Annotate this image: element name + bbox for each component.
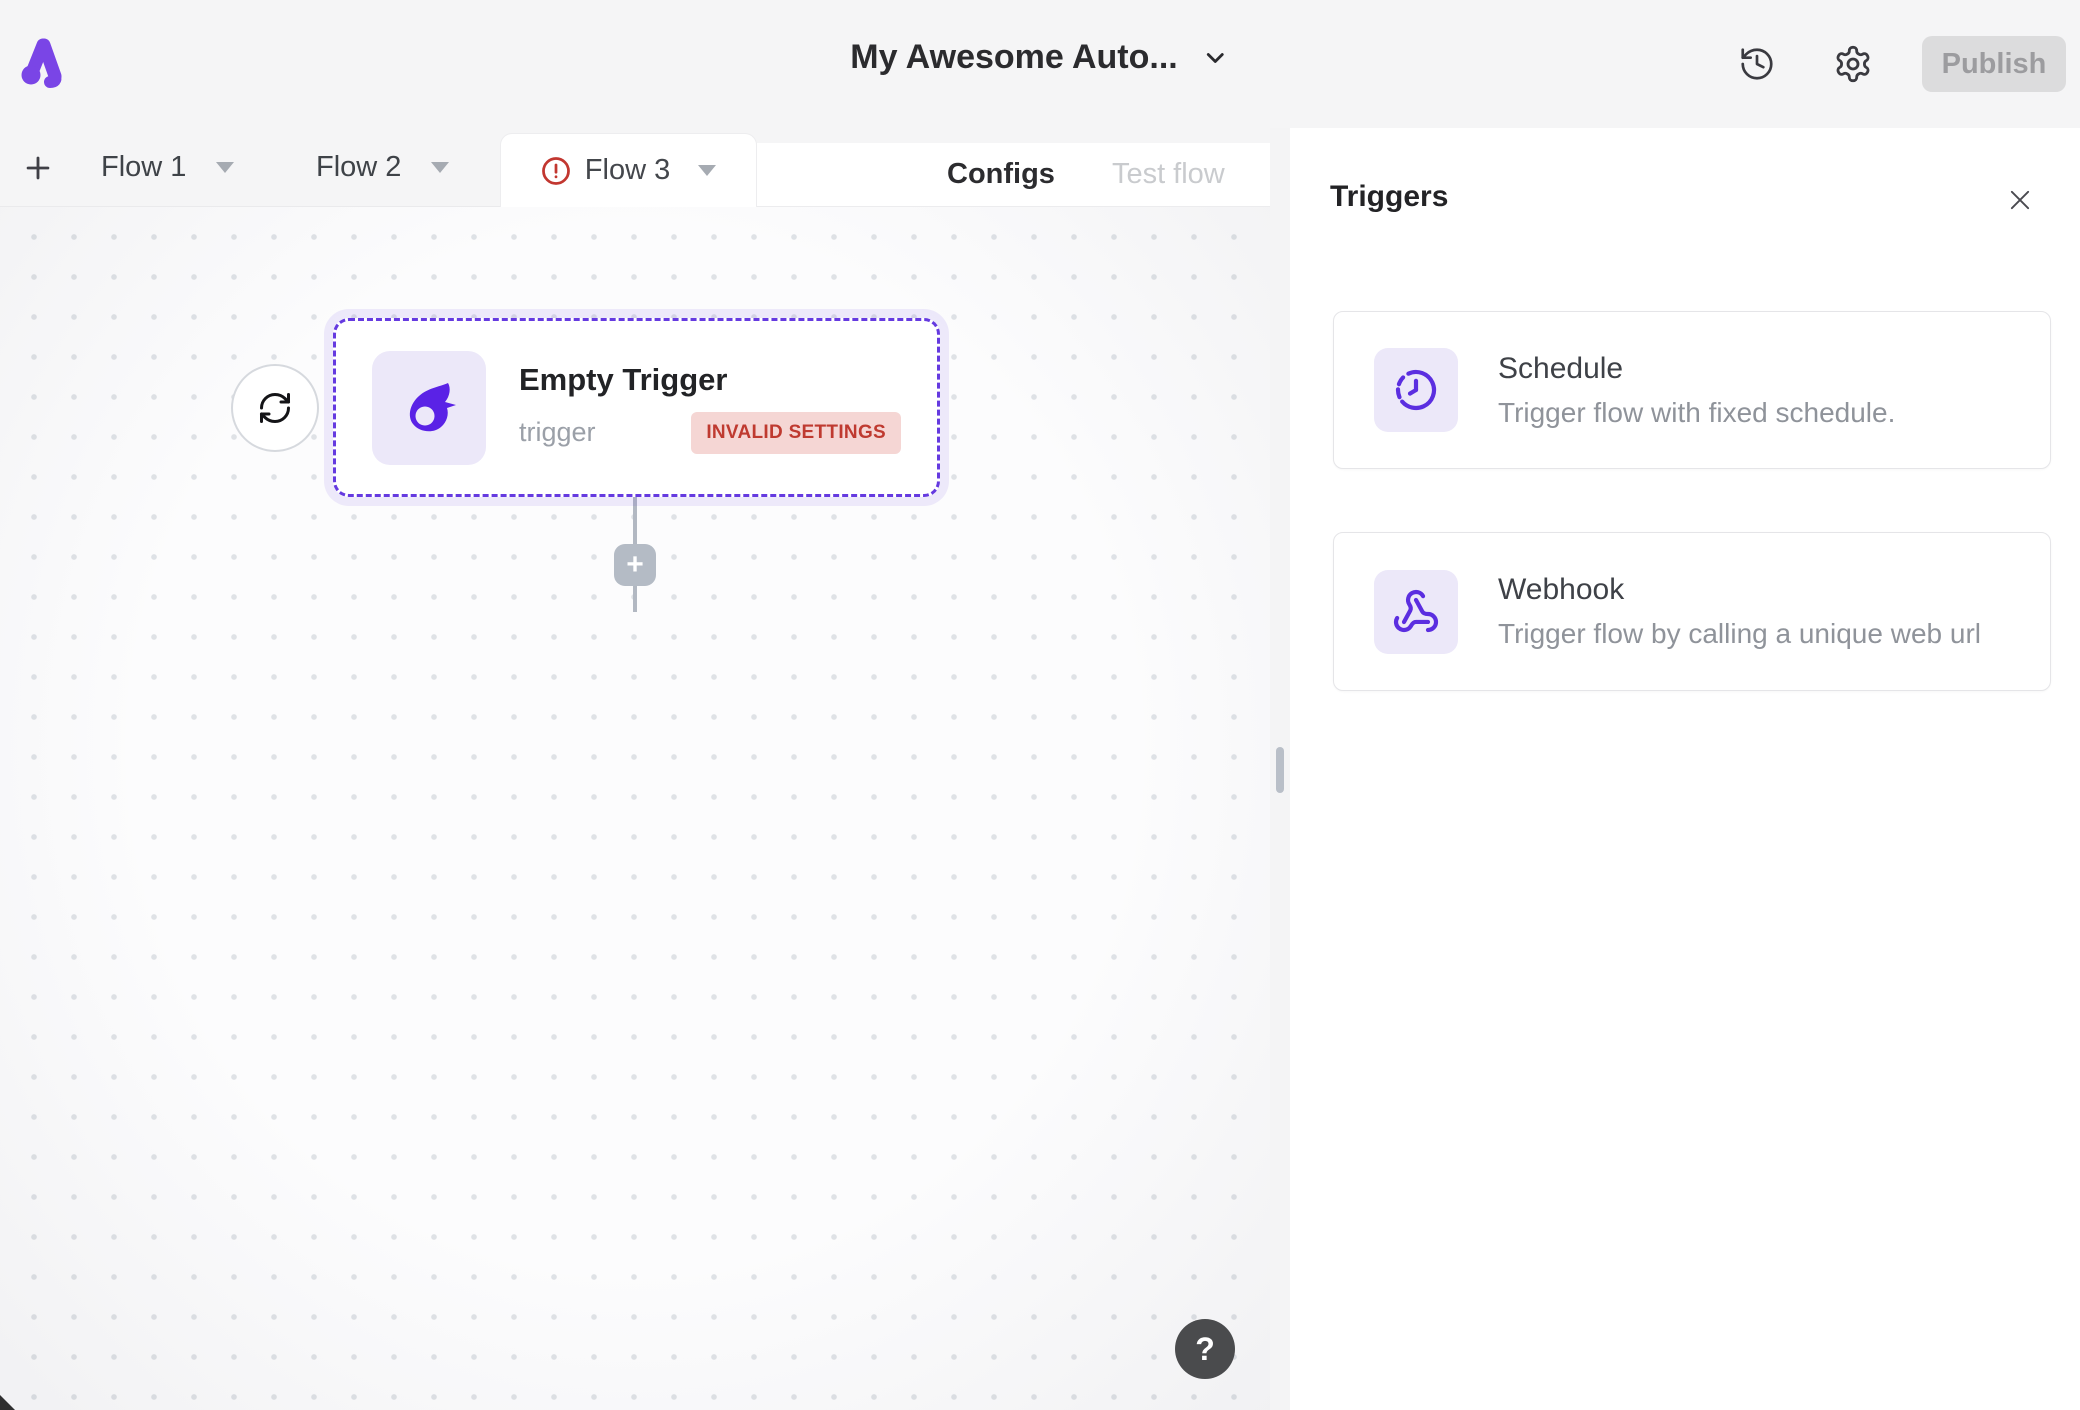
trigger-node-meta: trigger INVALID SETTINGS: [519, 412, 901, 454]
schedule-name: Schedule: [1498, 352, 1895, 386]
tab-flow-2-label: Flow 2: [316, 151, 401, 184]
close-icon: [2006, 186, 2034, 214]
flow-canvas[interactable]: Empty Trigger trigger INVALID SETTINGS +…: [0, 207, 1270, 1410]
plus-icon: [21, 151, 55, 185]
configs-toolbar: Configs Test flow: [757, 143, 1272, 207]
history-button[interactable]: [1733, 40, 1781, 88]
schedule-description: Trigger flow with fixed schedule.: [1498, 397, 1895, 429]
triggers-panel-title: Triggers: [1330, 180, 1448, 214]
webhook-text: Webhook Trigger flow by calling a unique…: [1498, 573, 1981, 650]
trigger-node-title: Empty Trigger: [519, 362, 901, 398]
top-app-bar: My Awesome Auto... Publish: [0, 0, 2080, 128]
flame-icon: [397, 376, 461, 440]
trigger-option-schedule[interactable]: Schedule Trigger flow with fixed schedul…: [1333, 311, 2051, 469]
close-panel-button[interactable]: [2000, 180, 2040, 220]
webhook-description: Trigger flow by calling a unique web url: [1498, 618, 1981, 650]
configs-tab[interactable]: Configs: [947, 158, 1055, 191]
tab-flow-2[interactable]: Flow 2: [316, 128, 449, 206]
settings-button[interactable]: [1829, 40, 1877, 88]
chevron-down-icon: [1202, 44, 1230, 72]
trigger-option-webhook[interactable]: Webhook Trigger flow by calling a unique…: [1333, 532, 2051, 691]
mouse-cursor: [0, 1395, 15, 1410]
chevron-down-icon[interactable]: [431, 162, 449, 173]
publish-button[interactable]: Publish: [1922, 36, 2066, 92]
trigger-node[interactable]: Empty Trigger trigger INVALID SETTINGS: [333, 318, 940, 497]
flow-tab-bar: Flow 1 Flow 2 Flow 3 Configs Test flow: [0, 128, 1290, 207]
chevron-down-icon[interactable]: [698, 165, 716, 176]
tab-flow-3-active[interactable]: Flow 3: [500, 133, 757, 207]
flow-title: My Awesome Auto...: [850, 38, 1177, 77]
help-button[interactable]: ?: [1175, 1319, 1235, 1379]
webhook-name: Webhook: [1498, 573, 1981, 607]
refresh-flow-button[interactable]: [231, 364, 319, 452]
refresh-icon: [257, 390, 293, 426]
add-step-button[interactable]: +: [614, 544, 656, 586]
canvas-scroll-gutter: [1270, 128, 1290, 1410]
vertical-scrollbar-thumb[interactable]: [1276, 747, 1284, 793]
gear-icon: [1833, 44, 1873, 84]
trigger-node-icon-tile: [372, 351, 486, 465]
tab-flow-1[interactable]: Flow 1: [101, 128, 234, 206]
alert-circle-icon: [541, 156, 571, 186]
schedule-icon-tile: [1374, 348, 1458, 432]
webhook-icon-tile: [1374, 570, 1458, 654]
trigger-node-subtitle: trigger: [519, 417, 596, 448]
chevron-down-icon[interactable]: [216, 162, 234, 173]
triggers-panel: Triggers Schedule Trigger flow with fixe…: [1290, 128, 2080, 1410]
trigger-node-text: Empty Trigger trigger INVALID SETTINGS: [519, 362, 901, 454]
timer-icon: [1392, 366, 1440, 414]
history-icon: [1738, 45, 1776, 83]
tab-flow-1-label: Flow 1: [101, 151, 186, 184]
flow-title-dropdown[interactable]: My Awesome Auto...: [850, 38, 1229, 77]
app-logo-icon[interactable]: [20, 32, 70, 92]
tab-flow-3-label: Flow 3: [585, 154, 670, 187]
schedule-text: Schedule Trigger flow with fixed schedul…: [1498, 352, 1895, 429]
invalid-settings-badge: INVALID SETTINGS: [691, 412, 901, 454]
webhook-icon: [1392, 588, 1440, 636]
test-flow-tab[interactable]: Test flow: [1112, 158, 1225, 191]
add-flow-button[interactable]: [16, 146, 60, 190]
